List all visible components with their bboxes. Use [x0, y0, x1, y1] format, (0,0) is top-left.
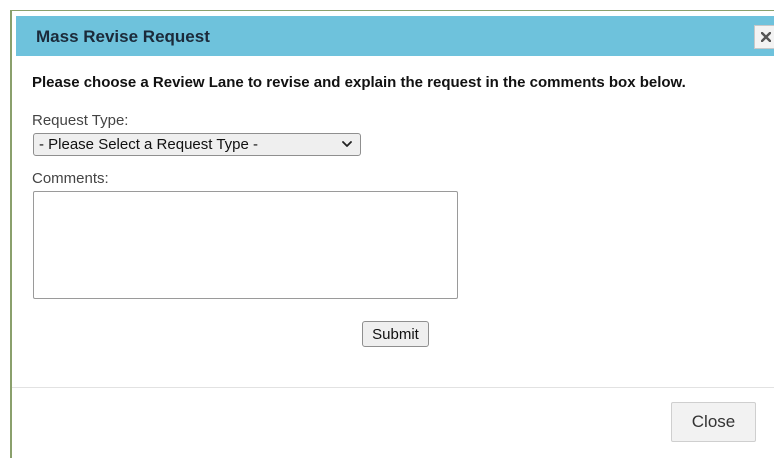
close-button[interactable]: Close [671, 402, 756, 442]
dialog-titlebar: Mass Revise Request [16, 16, 774, 56]
mass-revise-dialog: Mass Revise Request Please choose a Revi… [10, 10, 774, 458]
close-icon[interactable] [754, 25, 774, 49]
footer-divider [12, 387, 774, 388]
comments-textarea[interactable] [33, 191, 458, 299]
request-type-select[interactable]: - Please Select a Request Type - [33, 133, 361, 156]
request-type-label: Request Type: [32, 112, 129, 129]
submit-button[interactable]: Submit [362, 321, 429, 347]
request-type-selected-value: - Please Select a Request Type - [39, 136, 259, 153]
comments-label: Comments: [32, 170, 109, 187]
close-x-glyph [760, 32, 771, 42]
instructions-text: Please choose a Review Lane to revise an… [32, 74, 686, 91]
dialog-title: Mass Revise Request [36, 27, 210, 46]
chevron-down-icon [342, 141, 352, 147]
